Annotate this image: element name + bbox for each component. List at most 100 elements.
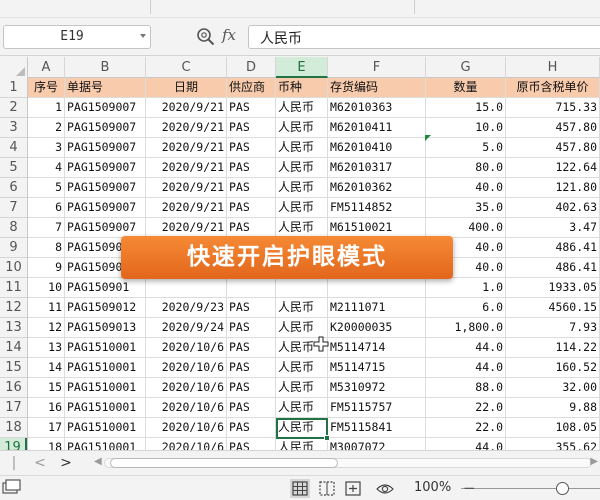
previous-sheet-icon[interactable]: < xyxy=(32,455,48,471)
column-title-cell[interactable]: 币种 xyxy=(276,78,328,98)
eye-protection-icon[interactable] xyxy=(375,479,395,498)
cell-g[interactable]: 44.0 xyxy=(426,338,506,358)
cell-g[interactable]: 1,800.0 xyxy=(426,318,506,338)
row-header-13[interactable]: 13 xyxy=(0,318,27,338)
cell-c[interactable]: 2020/10/6 xyxy=(146,358,227,378)
zoom-slider-thumb[interactable] xyxy=(556,482,569,495)
cell-h[interactable]: 3.47 xyxy=(506,218,600,238)
cell-g[interactable]: 6.0 xyxy=(426,298,506,318)
zoom-out-icon[interactable]: − xyxy=(463,479,476,497)
cell-d[interactable]: PAS xyxy=(227,118,276,138)
cell-a[interactable]: 7 xyxy=(28,218,65,238)
cell-d[interactable]: PAS xyxy=(227,218,276,238)
cell-d[interactable]: PAS xyxy=(227,158,276,178)
row-header-4[interactable]: 4 xyxy=(0,138,27,158)
cell-d[interactable]: PAS xyxy=(227,438,276,450)
cell-f[interactable]: M5114714 xyxy=(328,338,426,358)
cell-e[interactable]: 人民币 xyxy=(276,298,328,318)
cell-c[interactable]: 2020/9/21 xyxy=(146,138,227,158)
cell-d[interactable]: PAS xyxy=(227,178,276,198)
cell-a[interactable]: 14 xyxy=(28,358,65,378)
cell-g[interactable]: 44.0 xyxy=(426,438,506,450)
cell-a[interactable]: 18 xyxy=(28,438,65,450)
cell-h[interactable]: 114.22 xyxy=(506,338,600,358)
cell-a[interactable]: 2 xyxy=(28,118,65,138)
cell-c[interactable]: 2020/10/6 xyxy=(146,338,227,358)
cell-e[interactable]: 人民币 xyxy=(276,438,328,450)
cell-f[interactable]: FM5115757 xyxy=(328,398,426,418)
cell-h[interactable]: 9.88 xyxy=(506,398,600,418)
cell-f[interactable]: M62010411 xyxy=(328,118,426,138)
horizontal-scrollbar[interactable]: ◀ ▶ xyxy=(92,455,600,471)
cell-e[interactable]: 人民币 xyxy=(276,398,328,418)
cell-e[interactable]: 人民币 xyxy=(276,198,328,218)
cell-b[interactable]: PAG1509007 xyxy=(65,158,146,178)
scroll-right-icon[interactable]: ▶ xyxy=(590,456,598,467)
cell-d[interactable]: PAS xyxy=(227,98,276,118)
cell-h[interactable]: 108.05 xyxy=(506,418,600,438)
cell-e[interactable]: 人民币 xyxy=(276,418,328,438)
zoom-slider[interactable] xyxy=(461,488,600,489)
cell-d[interactable]: PAS xyxy=(227,418,276,438)
insert-function-icon[interactable]: fx xyxy=(222,26,236,44)
cell-b[interactable]: PAG1510001 xyxy=(65,378,146,398)
cell-f[interactable]: M5114715 xyxy=(328,358,426,378)
zoom-search-icon[interactable] xyxy=(196,27,216,47)
scroll-left-icon[interactable]: ◀ xyxy=(94,456,102,467)
cell-h[interactable]: 32.00 xyxy=(506,378,600,398)
cell-a[interactable]: 17 xyxy=(28,418,65,438)
cell-b[interactable]: PAG1509013 xyxy=(65,318,146,338)
column-title-cell[interactable]: 日期 xyxy=(146,78,227,98)
row-header-16[interactable]: 16 xyxy=(0,378,27,398)
cell-f[interactable]: M2111071 xyxy=(328,298,426,318)
cell-f[interactable]: FM5114852 xyxy=(328,198,426,218)
select-all-button[interactable] xyxy=(0,57,28,78)
column-title-cell[interactable]: 单据号 xyxy=(65,78,146,98)
normal-view-icon[interactable] xyxy=(290,479,310,498)
cell-d[interactable]: PAS xyxy=(227,198,276,218)
row-header-6[interactable]: 6 xyxy=(0,178,27,198)
cell-d[interactable]: PAS xyxy=(227,138,276,158)
first-sheet-icon[interactable]: |< xyxy=(6,455,22,487)
cell-d[interactable]: PAS xyxy=(227,378,276,398)
column-header-a[interactable]: A xyxy=(28,57,65,78)
cell-d[interactable]: PAS xyxy=(227,398,276,418)
cell-g[interactable]: 5.0 xyxy=(426,138,506,158)
cell-f[interactable]: K20000035 xyxy=(328,318,426,338)
cell-a[interactable]: 16 xyxy=(28,398,65,418)
cell-g[interactable]: 22.0 xyxy=(426,398,506,418)
cell-d[interactable] xyxy=(227,278,276,298)
zoom-level[interactable]: 100% xyxy=(414,480,451,495)
cell-d[interactable]: PAS xyxy=(227,298,276,318)
column-title-cell[interactable]: 供应商 xyxy=(227,78,276,98)
row-header-17[interactable]: 17 xyxy=(0,398,27,418)
cell-f[interactable]: M62010317 xyxy=(328,158,426,178)
fill-handle[interactable] xyxy=(324,435,330,441)
cell-b[interactable]: PAG1509012 xyxy=(65,298,146,318)
row-header-9[interactable]: 9 xyxy=(0,238,27,258)
row-header-14[interactable]: 14 xyxy=(0,338,27,358)
cell-d[interactable]: PAS xyxy=(227,318,276,338)
macro-record-icon[interactable] xyxy=(2,479,24,498)
cell-c[interactable]: 2020/9/21 xyxy=(146,118,227,138)
row-header-1[interactable]: 1 xyxy=(0,78,27,98)
chevron-down-icon[interactable] xyxy=(140,34,146,38)
cell-h[interactable]: 457.80 xyxy=(506,138,600,158)
column-header-g[interactable]: G xyxy=(426,57,506,78)
row-header-2[interactable]: 2 xyxy=(0,98,27,118)
cell-e[interactable]: 人民币 xyxy=(276,138,328,158)
cell-a[interactable]: 15 xyxy=(28,378,65,398)
cell-h[interactable]: 160.52 xyxy=(506,358,600,378)
column-header-f[interactable]: F xyxy=(328,57,426,78)
cell-h[interactable]: 1933.05 xyxy=(506,278,600,298)
cell-h[interactable]: 7.93 xyxy=(506,318,600,338)
cell-g[interactable]: 22.0 xyxy=(426,418,506,438)
cell-c[interactable]: 2020/10/6 xyxy=(146,378,227,398)
cell-g[interactable]: 10.0 xyxy=(426,118,506,138)
cell-f[interactable]: M61510021 xyxy=(328,218,426,238)
cell-e[interactable] xyxy=(276,278,328,298)
row-header-19[interactable]: 19 xyxy=(0,438,27,450)
cell-g[interactable]: 35.0 xyxy=(426,198,506,218)
cell-b[interactable]: PAG1509007 xyxy=(65,138,146,158)
cell-g[interactable]: 44.0 xyxy=(426,358,506,378)
